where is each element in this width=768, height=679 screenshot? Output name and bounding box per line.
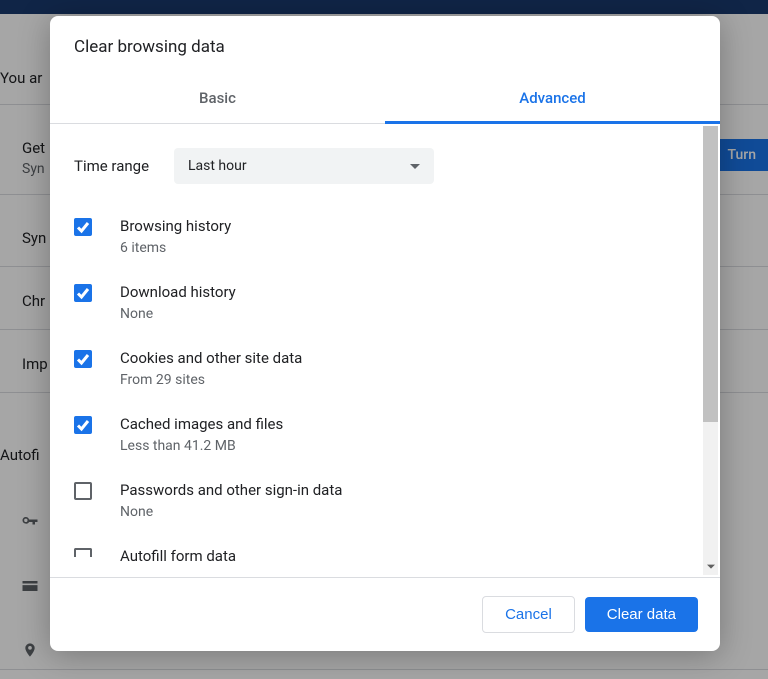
item-sub: None	[120, 303, 236, 325]
item-sub: From 29 sites	[120, 369, 302, 391]
checkbox-cookies[interactable]	[74, 350, 92, 368]
item-sub: None	[120, 501, 342, 523]
item-label: Autofill form data	[120, 545, 236, 567]
item-download-history[interactable]: Download history None	[74, 270, 696, 336]
item-sub: Less than 41.2 MB	[120, 435, 283, 457]
clear-browsing-data-dialog: Clear browsing data Basic Advanced Time …	[50, 16, 720, 651]
checkbox-passwords[interactable]	[74, 482, 92, 500]
time-range-value: Last hour	[188, 158, 247, 174]
checkbox-cached-images[interactable]	[74, 416, 92, 434]
time-range-label: Time range	[74, 157, 174, 175]
item-cached-images[interactable]: Cached images and files Less than 41.2 M…	[74, 402, 696, 468]
dialog-footer: Cancel Clear data	[50, 578, 720, 651]
item-label: Cached images and files	[120, 413, 283, 435]
time-range-select[interactable]: Last hour	[174, 148, 434, 184]
time-range-row: Time range Last hour	[74, 124, 696, 204]
checkbox-download-history[interactable]	[74, 284, 92, 302]
chevron-down-icon	[410, 158, 420, 174]
item-autofill[interactable]: Autofill form data	[74, 534, 696, 577]
cancel-button[interactable]: Cancel	[482, 596, 575, 633]
scrollbar-thumb[interactable]	[703, 126, 718, 422]
dialog-body: Time range Last hour Browsing history 6 …	[50, 124, 720, 577]
clear-data-button[interactable]: Clear data	[585, 597, 698, 632]
item-label: Cookies and other site data	[120, 347, 302, 369]
dialog-title: Clear browsing data	[50, 16, 720, 75]
scrollbar[interactable]	[703, 126, 718, 575]
item-cookies[interactable]: Cookies and other site data From 29 site…	[74, 336, 696, 402]
tab-basic[interactable]: Basic	[50, 75, 385, 123]
tabs: Basic Advanced	[50, 75, 720, 124]
tab-advanced[interactable]: Advanced	[385, 75, 720, 123]
checkbox-browsing-history[interactable]	[74, 218, 92, 236]
checkbox-autofill[interactable]	[74, 548, 92, 557]
item-label: Passwords and other sign-in data	[120, 479, 342, 501]
scroll-down-icon[interactable]	[703, 559, 718, 575]
item-passwords[interactable]: Passwords and other sign-in data None	[74, 468, 696, 534]
item-browsing-history[interactable]: Browsing history 6 items	[74, 204, 696, 270]
item-label: Download history	[120, 281, 236, 303]
item-label: Browsing history	[120, 215, 231, 237]
clear-items-list: Browsing history 6 items Download histor…	[74, 204, 696, 577]
item-sub: 6 items	[120, 237, 231, 259]
